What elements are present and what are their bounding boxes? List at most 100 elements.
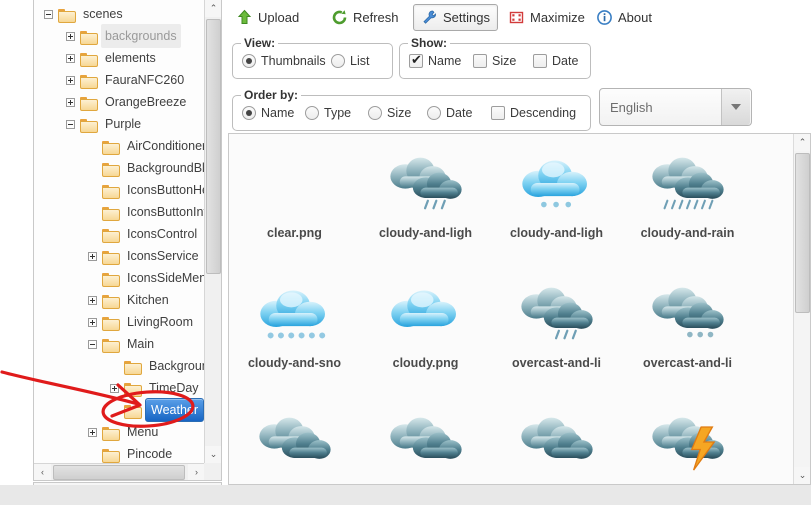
file-item[interactable]: overcast-and-li (622, 268, 753, 398)
tree-node-iconssidemenu[interactable]: IconsSideMenu (34, 267, 205, 289)
tree-node-scenes[interactable]: scenes (34, 3, 205, 25)
checkbox-icon[interactable] (491, 106, 505, 120)
file-item[interactable]: cloudy.png (360, 268, 491, 398)
tree-node-iconsbuttonheader[interactable]: IconsButtonHeader (34, 179, 205, 201)
collapse-minus-icon[interactable] (44, 9, 53, 19)
tree-node-label: IconsButtonInfo (127, 205, 205, 219)
tree-node-backgrounds[interactable]: Backgrounds (34, 355, 205, 377)
collapse-minus-icon[interactable] (66, 119, 75, 129)
chevron-up-icon[interactable]: ⌃ (205, 0, 221, 17)
tree-node-weather[interactable]: Weather (34, 398, 205, 422)
radio-icon[interactable] (242, 54, 256, 68)
file-item[interactable] (622, 398, 753, 484)
expand-plus-icon[interactable] (66, 53, 75, 63)
expand-plus-icon[interactable] (88, 251, 97, 261)
radio-icon[interactable] (305, 106, 319, 120)
about-button[interactable]: About (588, 4, 660, 31)
tree-node-backgrounds[interactable]: backgrounds (34, 24, 205, 48)
info-icon (596, 9, 613, 26)
radio-icon[interactable] (331, 54, 345, 68)
tree-node-label: LivingRoom (127, 315, 194, 329)
order-option-type[interactable]: Type (305, 106, 351, 120)
checkbox-icon[interactable] (473, 54, 487, 68)
folder-icon (102, 206, 120, 221)
tree-node-iconsservice[interactable]: IconsService (34, 245, 205, 267)
file-item[interactable]: clear.png (229, 138, 360, 268)
show-option-name[interactable]: Name (409, 52, 462, 68)
checkbox-icon[interactable] (409, 52, 423, 68)
tree-node-elements[interactable]: elements (34, 47, 205, 69)
tree-node-purple[interactable]: Purple (34, 113, 205, 135)
tree-node-label: AirConditioner (127, 139, 205, 153)
file-item[interactable] (229, 398, 360, 484)
view-option-thumbnails[interactable]: Thumbnails (242, 54, 326, 68)
tree-scroll-thumb-horizontal[interactable] (53, 465, 185, 480)
chevron-right-icon[interactable]: › (188, 464, 205, 480)
show-option-date[interactable]: Date (533, 54, 578, 68)
expand-plus-icon[interactable] (66, 31, 75, 41)
language-select[interactable]: English (599, 88, 752, 126)
expand-plus-icon[interactable] (110, 383, 119, 393)
settings-button[interactable]: Settings (413, 4, 498, 31)
tree-node-iconscontrol[interactable]: IconsControl (34, 223, 205, 245)
expand-plus-icon[interactable] (88, 427, 97, 437)
expand-plus-icon[interactable] (66, 75, 75, 85)
tree-node-menu[interactable]: Menu (34, 421, 205, 443)
tree-node-kitchen[interactable]: Kitchen (34, 289, 205, 311)
tree-node-label: Backgrounds (149, 359, 205, 373)
maximize-button[interactable]: Maximize (500, 4, 593, 31)
radio-icon[interactable] (368, 106, 382, 120)
tree-node-orangebreeze[interactable]: OrangeBreeze (34, 91, 205, 113)
radio-icon[interactable] (427, 106, 441, 120)
file-item[interactable]: overcast-and-li (491, 268, 622, 398)
folder-tree-viewport: scenes backgrounds elements FauraNFC260 Oran… (34, 0, 205, 463)
tree-horizontal-scrollbar[interactable]: ‹ › (34, 463, 205, 480)
order-option-size[interactable]: Size (368, 106, 411, 120)
file-item[interactable] (360, 398, 491, 484)
file-item[interactable] (491, 398, 622, 484)
tree-node-airconditioner[interactable]: AirConditioner (34, 135, 205, 157)
show-option-size[interactable]: Size (473, 54, 516, 68)
expand-plus-icon[interactable] (88, 317, 97, 327)
file-item[interactable]: cloudy-and-rain (622, 138, 753, 268)
file-item[interactable]: cloudy-and-ligh (360, 138, 491, 268)
tree-node-pincode[interactable]: Pincode (34, 443, 205, 463)
chevron-up-icon[interactable]: ⌃ (794, 134, 810, 151)
file-name-label: cloudy-and-ligh (509, 226, 604, 240)
order-option-date[interactable]: Date (427, 106, 472, 120)
file-item[interactable]: cloudy-and-sno (229, 268, 360, 398)
show-option-name-label: Name (428, 54, 462, 68)
chevron-down-icon[interactable]: ⌄ (794, 467, 810, 484)
tree-node-label: elements (105, 51, 156, 65)
upload-button[interactable]: Upload (228, 4, 307, 31)
collapse-minus-icon[interactable] (88, 339, 97, 349)
tree-node-livingroom[interactable]: LivingRoom (34, 311, 205, 333)
tree-node-label: IconsService (127, 249, 199, 263)
tree-node-backgroundblock[interactable]: BackgroundBlock (34, 157, 205, 179)
refresh-button[interactable]: Refresh (323, 4, 407, 31)
chevron-down-icon[interactable]: ⌄ (205, 446, 221, 463)
tree-node-timeday[interactable]: TimeDay (34, 377, 205, 399)
tree-scroll-thumb-vertical[interactable] (206, 19, 221, 274)
chevron-down-icon[interactable] (721, 89, 750, 125)
file-name-label: cloudy-and-ligh (378, 226, 473, 240)
file-item[interactable]: cloudy-and-ligh (491, 138, 622, 268)
expand-plus-icon[interactable] (66, 97, 75, 107)
tree-node-fauranfc260[interactable]: FauraNFC260 (34, 69, 205, 91)
checkbox-icon[interactable] (533, 54, 547, 68)
files-scroll-thumb-vertical[interactable] (795, 153, 810, 313)
order-option-name[interactable]: Name (242, 106, 294, 120)
order-option-descending[interactable]: Descending (491, 106, 576, 120)
chevron-left-icon[interactable]: ‹ (34, 464, 51, 480)
expand-plus-icon[interactable] (88, 295, 97, 305)
wrench-icon (421, 9, 438, 26)
folder-icon (124, 382, 142, 397)
files-vertical-scrollbar[interactable]: ⌃ ⌄ (793, 134, 810, 484)
tree-node-main[interactable]: Main (34, 333, 205, 355)
tree-vertical-scrollbar[interactable]: ⌃ ⌄ (204, 0, 221, 463)
view-option-list[interactable]: List (331, 54, 369, 68)
radio-icon[interactable] (242, 106, 256, 120)
tree-node-iconsbuttoninfo[interactable]: IconsButtonInfo (34, 201, 205, 223)
folder-icon (58, 8, 76, 23)
